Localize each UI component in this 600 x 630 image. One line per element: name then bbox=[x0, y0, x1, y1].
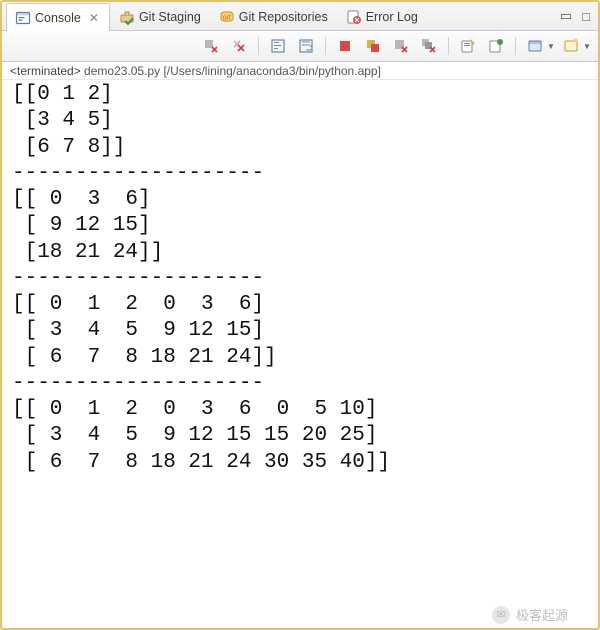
tab-label: Error Log bbox=[366, 10, 418, 24]
launch-status: <terminated> demo23.05.py [/Users/lining… bbox=[2, 62, 598, 80]
git-staging-icon bbox=[119, 9, 135, 25]
new-console-button[interactable] bbox=[558, 34, 584, 58]
maximize-icon[interactable]: □ bbox=[582, 9, 590, 24]
git-repos-icon: GIT bbox=[219, 9, 235, 25]
watermark: ✉ 极客起源 bbox=[492, 605, 568, 624]
tab-git-staging[interactable]: Git Staging bbox=[110, 2, 210, 30]
pin-console-button[interactable] bbox=[483, 34, 509, 58]
open-console-button[interactable] bbox=[522, 34, 548, 58]
svg-text:GIT: GIT bbox=[223, 15, 231, 21]
terminate-remove-button[interactable] bbox=[198, 34, 224, 58]
dropdown-icon[interactable]: ▼ bbox=[546, 42, 556, 51]
error-log-icon bbox=[346, 9, 362, 25]
tab-label: Git Staging bbox=[139, 10, 201, 24]
terminate-all-button[interactable] bbox=[360, 34, 386, 58]
word-wrap-button[interactable] bbox=[293, 34, 319, 58]
minimize-icon[interactable]: ▭ bbox=[560, 8, 572, 24]
tab-label: Console bbox=[35, 11, 81, 25]
clear-console-button[interactable] bbox=[455, 34, 481, 58]
tab-error-log[interactable]: Error Log bbox=[337, 2, 427, 30]
close-icon[interactable]: ✕ bbox=[87, 11, 101, 25]
wechat-icon: ✉ bbox=[492, 606, 510, 624]
tab-git-repositories[interactable]: GIT Git Repositories bbox=[210, 2, 337, 30]
tab-console[interactable]: Console ✕ bbox=[6, 3, 110, 31]
remove-all-launch-button[interactable] bbox=[416, 34, 442, 58]
view-window-controls: ▭ □ bbox=[560, 2, 598, 30]
view-tabstrip: Console ✕ Git Staging GIT Git Repositori… bbox=[2, 2, 598, 31]
launch-path: demo23.05.py [/Users/lining/anaconda3/bi… bbox=[81, 64, 381, 78]
tab-label: Git Repositories bbox=[239, 10, 328, 24]
scroll-lock-button[interactable] bbox=[265, 34, 291, 58]
console-output[interactable]: [[0 1 2] [3 4 5] [6 7 8]] --------------… bbox=[2, 80, 598, 484]
console-icon bbox=[15, 10, 31, 26]
terminated-label: <terminated> bbox=[10, 64, 81, 78]
separator bbox=[325, 37, 326, 55]
separator bbox=[515, 37, 516, 55]
watermark-label: 极客起源 bbox=[516, 605, 568, 624]
dropdown-icon[interactable]: ▼ bbox=[582, 42, 592, 51]
console-toolbar: ▼ ▼ bbox=[2, 31, 598, 62]
terminate-button[interactable] bbox=[332, 34, 358, 58]
remove-launch-button[interactable] bbox=[388, 34, 414, 58]
separator bbox=[448, 37, 449, 55]
remove-all-button[interactable] bbox=[226, 34, 252, 58]
separator bbox=[258, 37, 259, 55]
